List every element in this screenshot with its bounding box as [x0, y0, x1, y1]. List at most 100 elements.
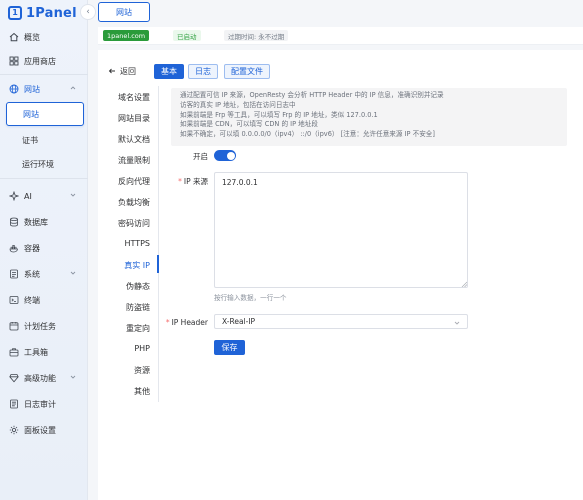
sidebar-subitem-certificate[interactable]: 证书 — [0, 128, 88, 152]
menu-password-access[interactable]: 密码访问 — [90, 218, 150, 232]
globe-icon — [9, 84, 19, 94]
enable-toggle[interactable] — [214, 150, 236, 161]
menu-anti-leech[interactable]: 防盗链 — [90, 302, 150, 316]
sidebar-item-log-audit[interactable]: 日志审计 — [0, 391, 88, 417]
logo[interactable]: 1 1Panel — [8, 4, 77, 22]
menu-rewrite[interactable]: 伪静态 — [90, 281, 150, 295]
collapse-sidebar-button[interactable]: ‹ — [80, 4, 96, 20]
sidebar-item-label: 工具箱 — [24, 347, 48, 357]
sidebar-item-label: 终端 — [24, 295, 40, 305]
ip-source-label-text: IP 来源 — [183, 177, 208, 186]
chevron-down-icon — [70, 374, 76, 380]
app-store-icon — [9, 56, 19, 66]
ip-source-hint: 按行输入数据，一行一个 — [214, 294, 287, 302]
ip-source-label: * IP 来源 — [178, 177, 208, 186]
status-badge: 已启动 — [173, 30, 201, 41]
notice-line: 如果前端是 Frp 等工具，可以填写 Frp 的 IP 地址，类似 127.0.… — [180, 110, 378, 119]
notice-line: 如果不确定，可以填 0.0.0.0/0（ipv4） ::/0（ipv6） [注意… — [180, 130, 435, 139]
back-label: 返回 — [120, 66, 136, 76]
sidebar-item-label: 计划任务 — [24, 321, 56, 331]
ip-header-select[interactable]: X-Real-IP — [214, 314, 468, 329]
sidebar-item-database[interactable]: 数据库 — [0, 209, 88, 235]
resize-handle-icon[interactable] — [461, 281, 467, 287]
menu-load-balance[interactable]: 负载均衡 — [90, 197, 150, 211]
tab-basic[interactable]: 基本 — [154, 64, 184, 79]
sidebar-item-label: 容器 — [24, 243, 40, 253]
chevron-left-icon: ‹ — [86, 7, 90, 17]
main-panel: 返回 基本 日志 配置文件 域名设置 网站目录 默认文档 流量限制 反向代理 负… — [98, 50, 583, 500]
advanced-icon — [9, 373, 19, 383]
tab-website[interactable]: 网站 — [98, 2, 150, 22]
sidebar-item-label: 应用商店 — [24, 56, 56, 66]
menu-reverse-proxy[interactable]: 反向代理 — [90, 176, 150, 190]
sidebar-item-label: 数据库 — [24, 217, 48, 227]
menu-active-indicator — [157, 255, 159, 273]
top-tab-bar: 网站 — [88, 0, 583, 24]
home-icon — [9, 32, 19, 42]
menu-default-document[interactable]: 默认文档 — [90, 134, 150, 148]
settings-icon — [9, 425, 19, 435]
divider — [0, 178, 88, 179]
tab-log[interactable]: 日志 — [188, 64, 218, 79]
sidebar-item-system[interactable]: 系统 — [0, 261, 88, 287]
logo-text: 1Panel — [26, 5, 77, 21]
sidebar-item-website[interactable]: 网站 — [0, 76, 88, 102]
sidebar-item-ai[interactable]: AI — [0, 183, 88, 209]
container-icon — [9, 243, 19, 253]
sidebar-item-label: 高级功能 — [24, 373, 56, 383]
menu-resources[interactable]: 资源 — [90, 365, 150, 379]
sidebar-item-label: 网站 — [24, 84, 40, 94]
sidebar-item-advanced[interactable]: 高级功能 — [0, 365, 88, 391]
chevron-down-icon — [70, 270, 76, 276]
sidebar-item-panel-settings[interactable]: 面板设置 — [0, 417, 88, 443]
logo-mark-icon: 1 — [8, 6, 22, 20]
sidebar-item-terminal[interactable]: 终端 — [0, 287, 88, 313]
domain-badge[interactable]: 1panel.com — [103, 30, 150, 41]
menu-traffic-limit[interactable]: 流量限制 — [90, 155, 150, 169]
chevron-down-icon — [70, 192, 76, 198]
ip-header-label-text: IP Header — [171, 318, 208, 327]
sidebar-item-label: 面板设置 — [24, 425, 56, 435]
sidebar-item-label: AI — [24, 191, 32, 201]
menu-site-directory[interactable]: 网站目录 — [90, 113, 150, 127]
arrow-left-icon — [108, 68, 115, 74]
ip-header-selected: X-Real-IP — [222, 317, 256, 326]
ip-source-textarea[interactable]: 127.0.0.1 — [214, 172, 468, 288]
chevron-down-icon — [454, 320, 460, 326]
back-button[interactable]: 返回 — [108, 65, 136, 77]
menu-domain-settings[interactable]: 域名设置 — [90, 92, 150, 106]
sidebar: 1 1Panel 概览 应用商店 网站 网站 证书 运行环境 AI 数据库 容器… — [0, 0, 88, 500]
info-notice: 通过配置可信 IP 来源，OpenResty 会分析 HTTP Header 中… — [171, 88, 567, 146]
chevron-up-icon — [70, 85, 76, 91]
sidebar-item-overview[interactable]: 概览 — [0, 24, 88, 50]
menu-https[interactable]: HTTPS — [90, 239, 150, 253]
tab-config-file[interactable]: 配置文件 — [224, 64, 270, 79]
schedule-icon — [9, 321, 19, 331]
sidebar-item-label: 日志审计 — [24, 399, 56, 409]
database-icon — [9, 217, 19, 227]
divider — [0, 74, 88, 75]
sidebar-item-toolbox[interactable]: 工具箱 — [0, 339, 88, 365]
menu-divider — [158, 86, 159, 402]
notice-line: 通过配置可信 IP 来源，OpenResty 会分析 HTTP Header 中… — [180, 91, 444, 99]
save-button[interactable]: 保存 — [214, 340, 245, 355]
sidebar-subitem-website[interactable]: 网站 — [6, 102, 84, 126]
enable-label: 开启 — [193, 152, 208, 161]
menu-real-ip[interactable]: 真实 IP — [90, 260, 150, 274]
notice-line: 访客的真实 IP 地址，包括在访问日志中 — [180, 100, 296, 109]
ip-header-label: * IP Header — [165, 318, 208, 327]
menu-other[interactable]: 其他 — [90, 386, 150, 400]
menu-php[interactable]: PHP — [90, 344, 150, 358]
sidebar-subitem-runtime[interactable]: 运行环境 — [0, 152, 88, 176]
sidebar-item-container[interactable]: 容器 — [0, 235, 88, 261]
sidebar-item-app-store[interactable]: 应用商店 — [0, 48, 88, 74]
menu-redirect[interactable]: 重定向 — [90, 323, 150, 337]
expire-badge: 过期时间: 永不过期 — [224, 30, 289, 41]
site-info-bar: 1panel.com 已启动 过期时间: 永不过期 — [98, 27, 583, 45]
toolbox-icon — [9, 347, 19, 357]
sidebar-item-label: 系统 — [24, 269, 40, 279]
ai-icon — [9, 191, 19, 201]
log-icon — [9, 399, 19, 409]
sidebar-item-schedule[interactable]: 计划任务 — [0, 313, 88, 339]
notice-line: 如果前端是 CDN，可以填写 CDN 的 IP 地址段 — [180, 120, 318, 129]
